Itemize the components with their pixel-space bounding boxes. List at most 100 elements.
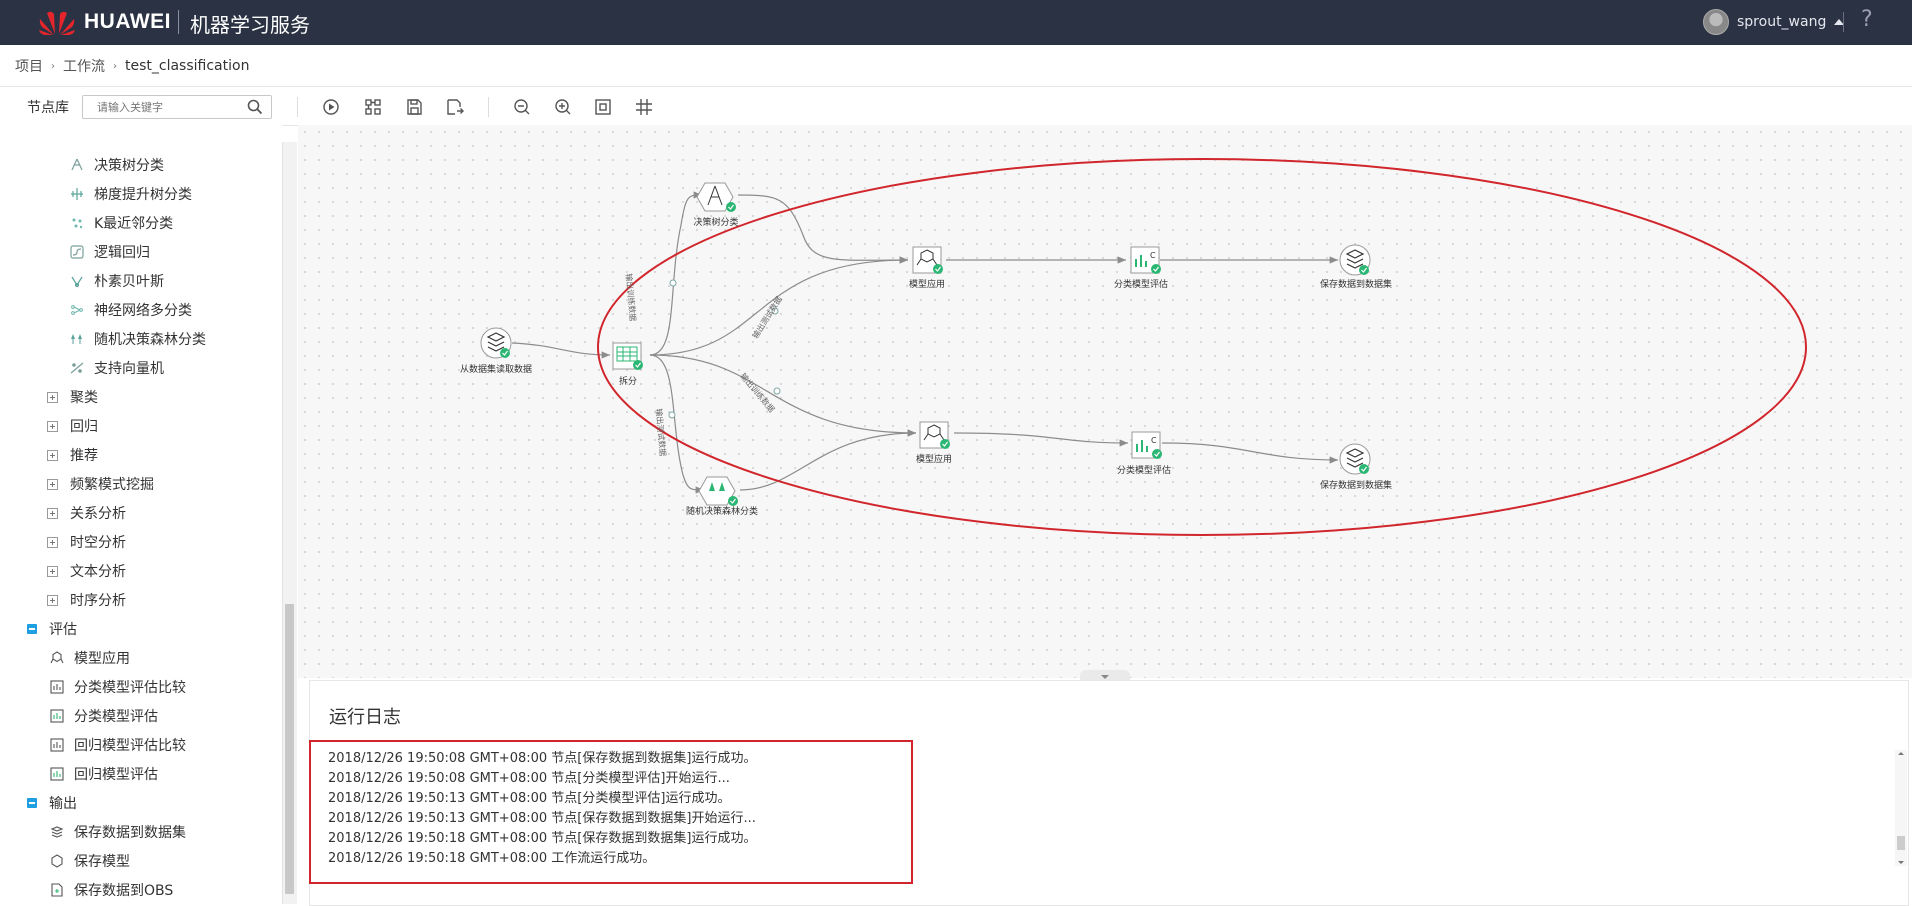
tree-item-save-model[interactable]: 保存模型: [50, 851, 130, 871]
expand-icon[interactable]: [47, 565, 58, 577]
fit-view-icon: [595, 99, 611, 115]
expand-icon[interactable]: [47, 536, 58, 548]
node-label: 分类模型评估: [1113, 280, 1169, 290]
tree-item-logistic[interactable]: 逻辑回归: [70, 242, 150, 262]
node-save-dataset-1[interactable]: [1339, 244, 1371, 276]
tree-item-partial: · · ·: [72, 125, 95, 133]
node-read-dataset[interactable]: [480, 327, 512, 359]
tree-item-neural-net[interactable]: 神经网络多分类: [70, 300, 192, 320]
zoom-out-button[interactable]: [511, 96, 533, 118]
layout-icon: [365, 99, 381, 115]
tree-item-cls-eval-compare[interactable]: 分类模型评估比较: [50, 677, 186, 697]
eval-icon: [50, 709, 64, 723]
tree-group-label: 时序分析: [70, 593, 126, 609]
save-model-icon: [50, 854, 64, 868]
user-menu[interactable]: sprout_wang: [1703, 9, 1845, 35]
layout-button[interactable]: [362, 96, 384, 118]
save-as-icon: [447, 99, 464, 115]
node-label: 随机决策森林分类: [685, 507, 759, 517]
tree-group-label: 文本分析: [70, 564, 126, 580]
node-save-dataset-2[interactable]: [1339, 443, 1371, 475]
node-decision-tree[interactable]: [696, 182, 736, 212]
grid-icon: [636, 99, 652, 115]
collapse-icon[interactable]: [27, 624, 37, 634]
tree-group-regression[interactable]: 回归: [47, 416, 98, 436]
tree-item-label: 保存模型: [74, 854, 130, 870]
tree-group-frequent-pattern[interactable]: 频繁模式挖掘: [47, 474, 154, 494]
node-cls-eval-2[interactable]: C: [1131, 431, 1162, 459]
tree-item-save-dataset[interactable]: 保存数据到数据集: [50, 822, 186, 842]
tree-item-svm[interactable]: 支持向量机: [70, 358, 164, 378]
tree-group-relation[interactable]: 关系分析: [47, 503, 126, 523]
tree-item-label: 回归模型评估: [74, 767, 158, 783]
knn-icon: [70, 216, 84, 230]
tree-item-model-apply[interactable]: 模型应用: [50, 648, 130, 668]
neural-net-icon: [70, 303, 84, 317]
tree-item-knn[interactable]: K最近邻分类: [70, 213, 173, 233]
tree-group-spatiotemporal[interactable]: 时空分析: [47, 532, 126, 552]
tree-item-reg-eval[interactable]: 回归模型评估: [50, 764, 158, 784]
node-label: 分类模型评估: [1116, 466, 1172, 476]
search-input[interactable]: [95, 96, 249, 118]
tree-group-label: 输出: [49, 796, 77, 812]
tree-group-recommend[interactable]: 推荐: [47, 445, 98, 465]
gradient-boost-icon: [70, 187, 84, 201]
tree-item-reg-eval-compare[interactable]: 回归模型评估比较: [50, 735, 186, 755]
avatar: [1703, 9, 1729, 35]
tree-item-label: 逻辑回归: [94, 245, 150, 261]
tree-item-bayes[interactable]: 朴素贝叶斯: [70, 271, 164, 291]
tree-item-save-obs[interactable]: 保存数据到OBS: [50, 880, 173, 900]
tree-group-label: 聚类: [70, 390, 98, 406]
expand-icon[interactable]: [47, 420, 58, 432]
tree-item-label: 分类模型评估: [74, 709, 158, 725]
tree-group-clustering[interactable]: 聚类: [47, 387, 98, 407]
run-button[interactable]: [320, 96, 342, 118]
node-model-apply-2[interactable]: [919, 421, 950, 449]
help-icon[interactable]: ?: [1861, 7, 1873, 32]
zoom-in-button[interactable]: [552, 96, 574, 118]
search-icon[interactable]: [247, 99, 263, 115]
breadcrumb: 项目 › 工作流 › test_classification: [15, 56, 249, 76]
sidebar-scrollbar[interactable]: [282, 142, 297, 904]
tree-item-label: 神经网络多分类: [94, 303, 192, 319]
header-divider: [178, 10, 179, 34]
expand-icon[interactable]: [47, 449, 58, 461]
node-cls-eval-1[interactable]: C: [1130, 246, 1161, 274]
fit-view-button[interactable]: [592, 96, 614, 118]
tree-item-label: 支持向量机: [94, 361, 164, 377]
save-as-button[interactable]: [444, 96, 466, 118]
tree-group-text[interactable]: 文本分析: [47, 561, 126, 581]
save-obs-icon: [50, 883, 64, 897]
workflow-canvas[interactable]: C C 从数据集读取数据 拆分 决策树分类 随机决策森林分类 模型应用 模型应用…: [298, 125, 1912, 678]
expand-icon[interactable]: [47, 594, 58, 606]
decision-tree-icon: [70, 158, 84, 172]
tree-item-label: 分类模型评估比较: [74, 680, 186, 696]
eval-compare-icon: [50, 738, 64, 752]
eval-icon: [50, 767, 64, 781]
expand-icon[interactable]: [47, 507, 58, 519]
panel-collapse-toggle[interactable]: [1080, 670, 1130, 680]
breadcrumb-project[interactable]: 项目: [15, 56, 43, 76]
tree-item-decision-tree[interactable]: 决策树分类: [70, 155, 164, 175]
tree-group-timeseries[interactable]: 时序分析: [47, 590, 126, 610]
breadcrumb-workflow[interactable]: 工作流: [63, 56, 105, 76]
toolbar-separator: [488, 97, 489, 117]
expand-icon[interactable]: [47, 391, 58, 403]
tree-item-label: 回归模型评估比较: [74, 738, 186, 754]
tree-item-cls-eval[interactable]: 分类模型评估: [50, 706, 158, 726]
node-split[interactable]: [612, 342, 643, 370]
log-scrollbar[interactable]: [1895, 750, 1907, 866]
tree-item-gradient-boost[interactable]: 梯度提升树分类: [70, 184, 192, 204]
expand-icon[interactable]: [47, 478, 58, 490]
node-model-apply-1[interactable]: [912, 246, 943, 274]
scrollbar-thumb[interactable]: [285, 604, 294, 894]
grid-button[interactable]: [633, 96, 655, 118]
log-title: 运行日志: [329, 707, 401, 728]
toolbar-separator: [297, 97, 298, 117]
tree-group-evaluation[interactable]: 评估: [27, 619, 77, 639]
collapse-icon[interactable]: [27, 798, 37, 808]
tree-item-random-forest[interactable]: 随机决策森林分类: [70, 329, 206, 349]
node-random-forest[interactable]: [698, 476, 738, 506]
tree-group-output[interactable]: 输出: [27, 793, 77, 813]
save-button[interactable]: [403, 96, 425, 118]
